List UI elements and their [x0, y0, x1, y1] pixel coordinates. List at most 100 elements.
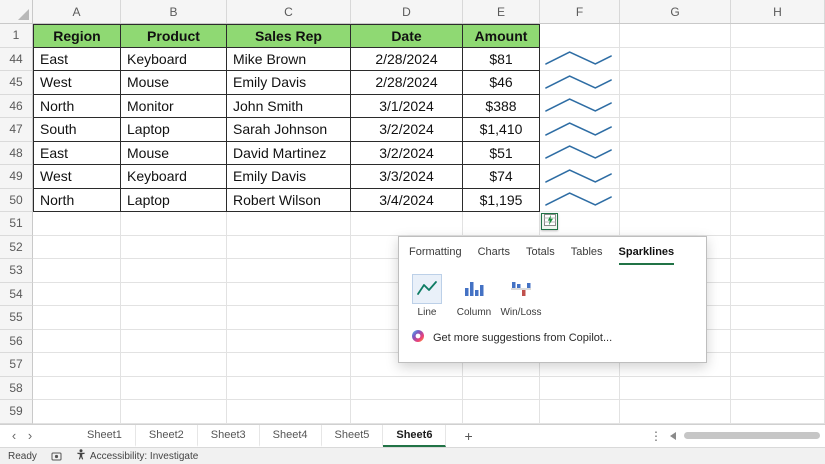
table-header-cell[interactable]: Region — [33, 24, 121, 48]
row-header-57[interactable]: 57 — [0, 353, 33, 377]
table-data-cell[interactable]: West — [33, 165, 121, 189]
cell[interactable] — [351, 377, 463, 401]
qa-tab-sparklines[interactable]: Sparklines — [619, 246, 675, 265]
cell[interactable] — [731, 259, 825, 283]
quick-analysis-button[interactable] — [541, 213, 558, 230]
cell[interactable] — [731, 212, 825, 236]
add-sheet-button[interactable]: + — [464, 425, 472, 448]
cell[interactable] — [121, 330, 227, 354]
sheet-tab-sheet4[interactable]: Sheet4 — [260, 425, 322, 448]
cell[interactable] — [620, 48, 731, 72]
sparkline-cell[interactable] — [540, 189, 620, 213]
copilot-suggestion-button[interactable]: Get more suggestions from Copilot... — [399, 318, 706, 346]
sheet-nav-left-icon[interactable]: ‹ — [6, 425, 22, 448]
table-data-cell[interactable]: 3/4/2024 — [351, 189, 463, 213]
cell[interactable] — [227, 400, 351, 424]
table-data-cell[interactable]: John Smith — [227, 95, 351, 119]
column-header-H[interactable]: H — [731, 0, 825, 23]
cell[interactable] — [620, 189, 731, 213]
cell[interactable] — [620, 377, 731, 401]
row-header-56[interactable]: 56 — [0, 330, 33, 354]
table-data-cell[interactable]: $74 — [463, 165, 540, 189]
sheet-tab-sheet2[interactable]: Sheet2 — [136, 425, 198, 448]
cell[interactable] — [731, 353, 825, 377]
table-data-cell[interactable]: East — [33, 48, 121, 72]
table-header-cell[interactable]: Amount — [463, 24, 540, 48]
column-header-B[interactable]: B — [121, 0, 227, 23]
table-data-cell[interactable]: 3/3/2024 — [351, 165, 463, 189]
table-data-cell[interactable]: Emily Davis — [227, 165, 351, 189]
cell[interactable] — [33, 330, 121, 354]
table-data-cell[interactable]: Sarah Johnson — [227, 118, 351, 142]
table-data-cell[interactable]: 3/1/2024 — [351, 95, 463, 119]
table-data-cell[interactable]: North — [33, 95, 121, 119]
cell[interactable] — [227, 330, 351, 354]
cell[interactable] — [731, 400, 825, 424]
table-data-cell[interactable]: $46 — [463, 71, 540, 95]
sparkline-cell[interactable] — [540, 71, 620, 95]
table-header-cell[interactable]: Date — [351, 24, 463, 48]
cell[interactable] — [731, 142, 825, 166]
select-all-corner[interactable] — [0, 0, 33, 23]
cell[interactable] — [731, 48, 825, 72]
cell[interactable] — [121, 283, 227, 307]
qa-tab-totals[interactable]: Totals — [526, 246, 555, 265]
row-header-53[interactable]: 53 — [0, 259, 33, 283]
cell[interactable] — [731, 236, 825, 260]
cell[interactable] — [540, 400, 620, 424]
table-data-cell[interactable]: West — [33, 71, 121, 95]
table-data-cell[interactable]: East — [33, 142, 121, 166]
table-data-cell[interactable]: South — [33, 118, 121, 142]
cell[interactable] — [33, 283, 121, 307]
cell[interactable] — [731, 330, 825, 354]
cell[interactable] — [33, 259, 121, 283]
cell[interactable] — [33, 236, 121, 260]
cell[interactable] — [227, 236, 351, 260]
row-header-44[interactable]: 44 — [0, 48, 33, 72]
sheet-nav-right-icon[interactable]: › — [22, 425, 38, 448]
column-header-E[interactable]: E — [463, 0, 540, 23]
horizontal-scrollbar-thumb[interactable] — [684, 432, 820, 439]
cell[interactable] — [121, 236, 227, 260]
cell[interactable] — [620, 142, 731, 166]
cell[interactable] — [227, 377, 351, 401]
qa-tab-formatting[interactable]: Formatting — [409, 246, 462, 265]
table-data-cell[interactable]: Laptop — [121, 118, 227, 142]
cell[interactable] — [227, 259, 351, 283]
table-data-cell[interactable]: Laptop — [121, 189, 227, 213]
cell[interactable] — [121, 259, 227, 283]
table-data-cell[interactable]: Keyboard — [121, 165, 227, 189]
cell[interactable] — [620, 212, 731, 236]
row-header-52[interactable]: 52 — [0, 236, 33, 260]
column-header-A[interactable]: A — [33, 0, 121, 23]
table-data-cell[interactable]: 3/2/2024 — [351, 142, 463, 166]
sparkline-cell[interactable] — [540, 118, 620, 142]
table-header-cell[interactable]: Sales Rep — [227, 24, 351, 48]
table-data-cell[interactable]: 3/2/2024 — [351, 118, 463, 142]
table-data-cell[interactable]: Keyboard — [121, 48, 227, 72]
qa-option-win-loss[interactable]: Win/Loss — [503, 274, 539, 318]
row-header-59[interactable]: 59 — [0, 400, 33, 424]
column-header-G[interactable]: G — [620, 0, 731, 23]
cell[interactable] — [463, 212, 540, 236]
cell[interactable] — [121, 212, 227, 236]
cell[interactable] — [463, 377, 540, 401]
accessibility-status-button[interactable]: Accessibility: Investigate — [76, 449, 198, 463]
table-data-cell[interactable]: $81 — [463, 48, 540, 72]
cell[interactable] — [731, 118, 825, 142]
sparkline-cell[interactable] — [540, 48, 620, 72]
row-header-50[interactable]: 50 — [0, 189, 33, 213]
cell[interactable] — [227, 353, 351, 377]
row-header-54[interactable]: 54 — [0, 283, 33, 307]
cell[interactable] — [731, 24, 825, 48]
cell[interactable] — [33, 377, 121, 401]
row-header-1[interactable]: 1 — [0, 24, 33, 48]
cell[interactable] — [351, 400, 463, 424]
cell[interactable] — [121, 377, 227, 401]
table-data-cell[interactable]: $1,195 — [463, 189, 540, 213]
cell[interactable] — [540, 24, 620, 48]
cell[interactable] — [620, 165, 731, 189]
cell[interactable] — [731, 95, 825, 119]
sheet-tab-sheet1[interactable]: Sheet1 — [74, 425, 136, 448]
sparkline-cell[interactable] — [540, 165, 620, 189]
